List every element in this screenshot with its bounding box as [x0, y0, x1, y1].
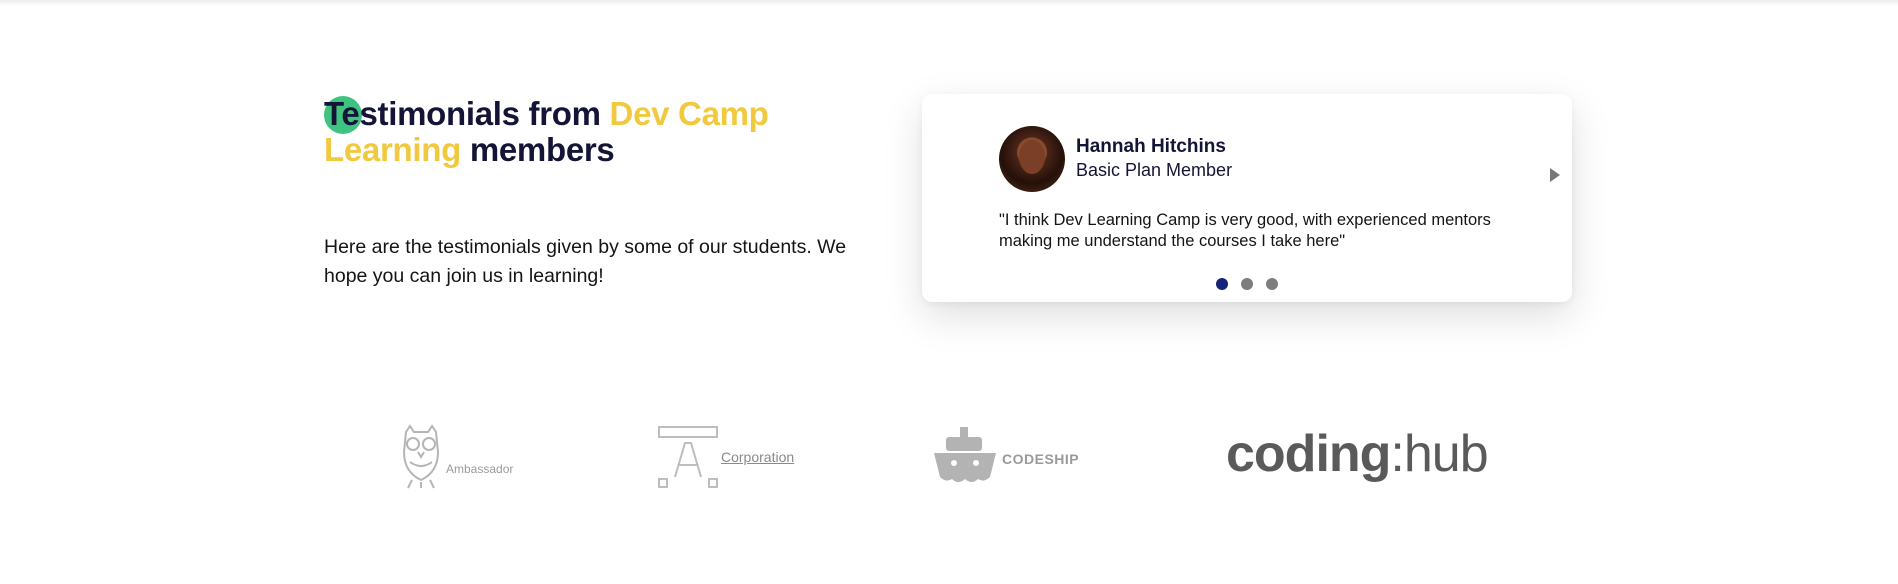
carousel-dot-3[interactable]: [1266, 278, 1278, 290]
ship-icon: [934, 427, 996, 482]
codinghub-part1: coding: [1226, 425, 1391, 483]
header-shadow: [0, 0, 1898, 6]
partner-logo-corporation: Corporation: [657, 425, 794, 489]
owl-icon: [402, 424, 440, 489]
testimonials-heading-block: Testimonials from Dev Camp Learning memb…: [324, 96, 884, 168]
partner-logo-codinghub: coding:hub: [1226, 424, 1489, 484]
testimonial-quote: "I think Dev Learning Camp is very good,…: [999, 211, 1491, 250]
section-title: Testimonials from Dev Camp Learning memb…: [324, 96, 884, 168]
codinghub-part2: :hub: [1390, 425, 1488, 483]
chevron-right-icon[interactable]: [1550, 168, 1560, 182]
corporation-label: Corporation: [721, 449, 795, 465]
testimonial-card: Hannah Hitchins Basic Plan Member "I thi…: [922, 94, 1572, 302]
partner-logo-codeship: CODESHIP: [932, 425, 1080, 489]
carousel-dot-2[interactable]: [1241, 278, 1253, 290]
title-part2: members: [460, 131, 615, 168]
carousel-dots: [1216, 278, 1278, 290]
reviewer-plan: Basic Plan Member: [1076, 160, 1233, 180]
reviewer-name: Hannah Hitchins: [1076, 136, 1226, 157]
codeship-label: CODESHIP: [1002, 451, 1080, 467]
title-part1: Testimonials from: [324, 95, 610, 132]
carousel-dot-1[interactable]: [1216, 278, 1228, 290]
partner-logo-ambassador: Ambassador: [396, 424, 516, 490]
ambassador-label: Ambassador: [446, 462, 514, 476]
section-description: Here are the testimonials given by some …: [324, 236, 847, 287]
avatar: [999, 126, 1065, 192]
avatar-face: [1019, 140, 1045, 174]
letter-a-icon: [658, 426, 718, 488]
